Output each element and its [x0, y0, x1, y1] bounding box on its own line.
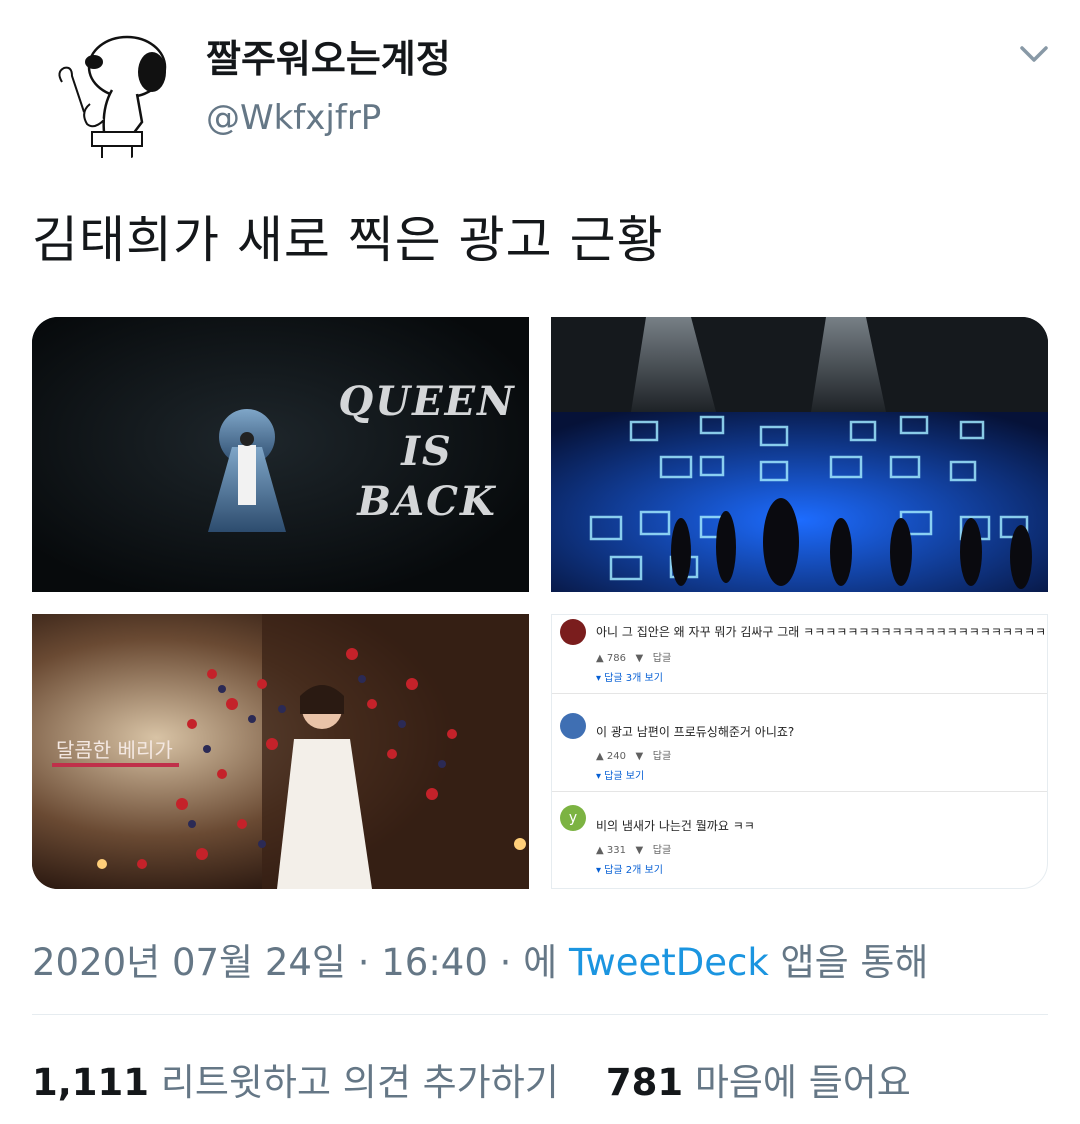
author-avatar[interactable] [32, 12, 182, 162]
comment-meta: ▲ 331 ▼ 답글 [596, 841, 671, 856]
author-handle[interactable]: @WkfxjfrP [206, 98, 381, 138]
comment-divider [552, 791, 1047, 792]
timestamp-text[interactable]: 2020년 07월 24일 · 16:40 · 에 [32, 941, 557, 984]
media-image-4[interactable]: 아니 그 집안은 왜 자꾸 뭐가 김싸구 그래 ㅋㅋㅋㅋㅋㅋㅋㅋㅋㅋㅋㅋㅋㅋㅋㅋ… [551, 614, 1048, 889]
like-count: 786 [606, 653, 626, 664]
comment-text: 아니 그 집안은 왜 자꾸 뭐가 김싸구 그래 ㅋㅋㅋㅋㅋㅋㅋㅋㅋㅋㅋㅋㅋㅋㅋㅋ… [596, 625, 1047, 639]
thumbs-down-icon[interactable]: ▼ [636, 653, 644, 664]
tweet-stats: 1,111 리트윗하고 의견 추가하기 781 마음에 들어요 [32, 1052, 911, 1106]
source-suffix: 앱을 통해 [780, 941, 929, 984]
thumbs-down-icon[interactable]: ▼ [636, 845, 644, 856]
view-replies-link[interactable]: ▾ 답글 3개 보기 [596, 669, 663, 684]
reply-button[interactable]: 답글 [653, 845, 671, 856]
like-count: 331 [606, 845, 626, 856]
reply-button[interactable]: 답글 [653, 653, 671, 664]
commenter-avatar [560, 619, 586, 645]
source-link[interactable]: TweetDeck [569, 941, 769, 984]
like-count: 240 [606, 751, 626, 762]
tweet-text: 김태희가 새로 찍은 광고 근황 [32, 211, 664, 269]
comment-meta: ▲ 240 ▼ 답글 [596, 747, 671, 762]
thumbs-down-icon[interactable]: ▼ [636, 751, 644, 762]
queen-is-back-text: QUEEN IS BACK [332, 377, 522, 527]
ad-caption: 달콤한 베리가 [52, 734, 179, 767]
queen-text-line-1: QUEEN [338, 378, 516, 425]
comment-1: 아니 그 집안은 왜 자꾸 뭐가 김싸구 그래 ㅋㅋㅋㅋㅋㅋㅋㅋㅋㅋㅋㅋㅋㅋㅋㅋ… [552, 615, 1047, 705]
comment-2: 이 광고 남편이 프로듀싱해준거 아니죠? ▲ 240 ▼ 답글 ▾ 답글 보기 [552, 711, 1047, 801]
thumbs-up-icon[interactable]: ▲ [596, 751, 604, 762]
commenter-avatar: y [560, 805, 586, 831]
comment-meta: ▲ 786 ▼ 답글 [596, 649, 671, 664]
author-display-name[interactable]: 짤주워오는계정 [206, 28, 451, 83]
thumbs-up-icon[interactable]: ▲ [596, 653, 604, 664]
thumbs-up-icon[interactable]: ▲ [596, 845, 604, 856]
retweet-label[interactable]: 리트윗하고 의견 추가하기 [161, 1061, 559, 1104]
queen-text-line-3: BACK [357, 478, 497, 525]
reply-button[interactable]: 답글 [653, 751, 671, 762]
chevron-down-icon[interactable] [1012, 32, 1056, 76]
media-image-2[interactable] [551, 317, 1048, 592]
comment-3: y 비의 냄새가 나는건 뭘까요 ㅋㅋ ▲ 331 ▼ 답글 ▾ 답글 2개 보… [552, 805, 1047, 888]
media-image-1[interactable]: QUEEN IS BACK [32, 317, 529, 592]
retweet-count[interactable]: 1,111 [32, 1061, 149, 1104]
commenter-avatar [560, 713, 586, 739]
like-count[interactable]: 781 [606, 1061, 683, 1104]
comment-divider [552, 693, 1047, 694]
view-replies-link[interactable]: ▾ 답글 보기 [596, 767, 644, 782]
comment-text: 비의 냄새가 나는건 뭘까요 ㅋㅋ [596, 819, 755, 833]
footer-divider [32, 1014, 1048, 1015]
view-replies-link[interactable]: ▾ 답글 2개 보기 [596, 861, 663, 876]
queen-text-line-2: IS [401, 428, 453, 475]
media-image-3[interactable]: 달콤한 베리가 [32, 614, 529, 889]
like-label[interactable]: 마음에 들어요 [695, 1061, 911, 1104]
comment-text: 이 광고 남편이 프로듀싱해준거 아니죠? [596, 725, 795, 739]
tweet-timestamp: 2020년 07월 24일 · 16:40 · 에 TweetDeck 앱을 통… [32, 932, 928, 986]
